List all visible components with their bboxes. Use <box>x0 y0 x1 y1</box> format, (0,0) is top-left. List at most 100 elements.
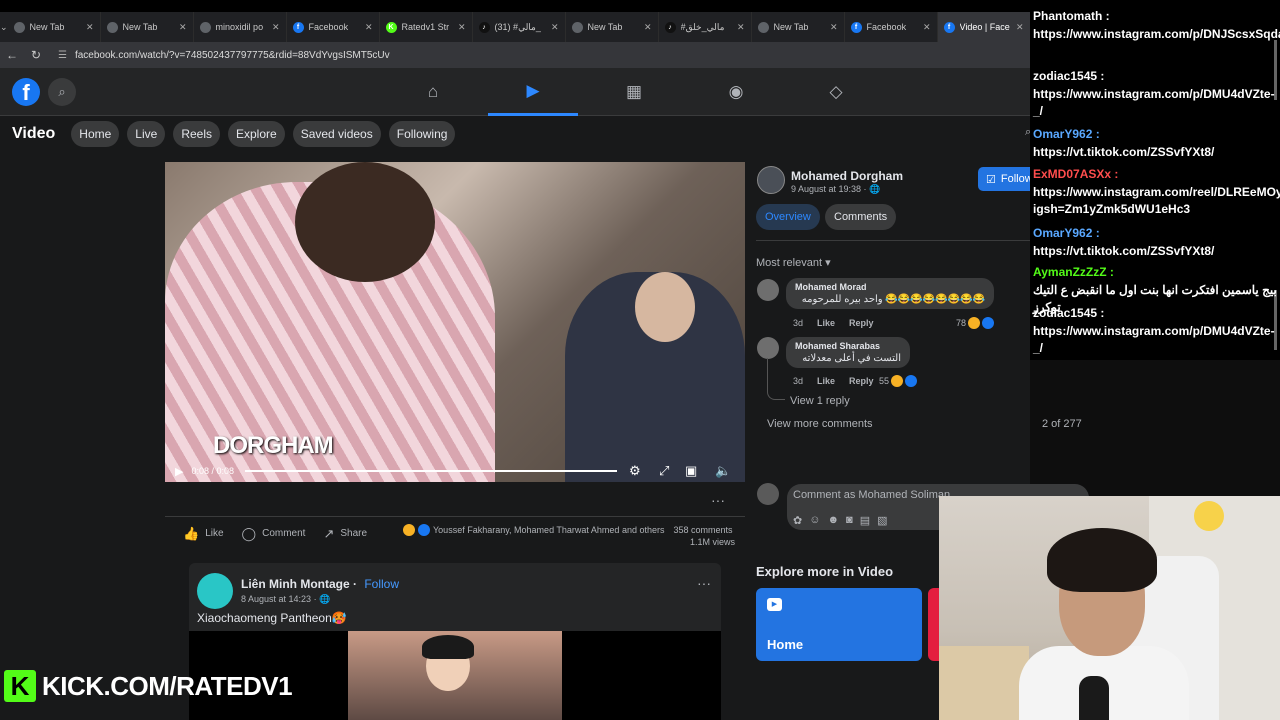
chat-username[interactable]: zodiac1545 : <box>1033 69 1104 83</box>
browser-tab[interactable]: New Tab ✕ <box>8 12 101 42</box>
chat-message: zodiac1545 : https://www.instagram.com/p/… <box>1033 68 1278 121</box>
comment-reaction-count: 55 <box>879 376 890 386</box>
avatar-sticker-icon[interactable]: ✿ <box>793 514 802 527</box>
video-progress-bar[interactable] <box>245 470 617 472</box>
share-button[interactable]: ↗ Share <box>323 526 367 542</box>
comment-reactions[interactable]: 55 <box>879 375 918 387</box>
explore-home-card[interactable]: ▶ Home <box>756 588 922 661</box>
tab-close-icon[interactable]: ✕ <box>830 22 838 33</box>
view-more-comments-link[interactable]: View more comments <box>767 418 873 430</box>
comment-like-button[interactable]: Like <box>817 376 835 386</box>
chat-username[interactable]: AymanZzZzZ : <box>1033 265 1114 279</box>
smiley-icon[interactable]: ☻ <box>827 514 839 527</box>
gif-icon[interactable]: ▤ <box>860 514 870 527</box>
comment-button[interactable]: ◯ Comment <box>242 526 306 542</box>
next-post-more-icon[interactable]: ··· <box>697 575 711 591</box>
marketplace-nav-icon[interactable]: ▦ <box>589 68 679 116</box>
tab-search-menu-icon[interactable]: ⌄ <box>0 22 8 33</box>
sticker-icon[interactable]: ▧ <box>877 514 887 527</box>
comment-reply-button[interactable]: Reply <box>849 376 874 386</box>
tab-close-icon[interactable]: ✕ <box>551 22 559 33</box>
browser-tab[interactable]: New Tab ✕ <box>566 12 659 42</box>
video-pill-explore[interactable]: Explore <box>228 121 285 147</box>
tab-close-icon[interactable]: ✕ <box>179 22 187 33</box>
like-button[interactable]: 👍 Like <box>183 526 224 542</box>
comment-like-button[interactable]: Like <box>817 318 835 328</box>
facebook-header: f ⌕ ⌂ ▶ ▦ ◉ ◇ <box>0 68 1030 116</box>
home-nav-icon[interactable]: ⌂ <box>388 68 478 116</box>
video-pill-list: Home Live Reels Explore Saved videos Followin… <box>71 121 463 147</box>
comments-count[interactable]: 358 comments <box>673 525 732 535</box>
search-icon[interactable]: ⌕ <box>48 78 76 106</box>
settings-gear-icon[interactable]: ⚙ <box>629 463 641 479</box>
view-reply-link[interactable]: View 1 reply <box>790 395 850 407</box>
video-pill-live[interactable]: Live <box>127 121 166 147</box>
page-avatar[interactable] <box>197 573 233 609</box>
commenter-name[interactable]: Mohamed Morad <box>795 282 985 292</box>
groups-nav-icon[interactable]: ◉ <box>691 68 781 116</box>
tab-comments[interactable]: Comments <box>825 204 897 230</box>
commenter-avatar[interactable] <box>757 279 779 301</box>
facebook-logo[interactable]: f <box>12 78 40 106</box>
tab-overview[interactable]: Overview <box>756 204 820 230</box>
chat-message-text: https://www.instagram.com/p/DNJScsxSqda <box>1033 26 1280 41</box>
video-pill-home[interactable]: Home <box>71 121 120 147</box>
camera-icon[interactable]: ◙ <box>846 514 853 527</box>
video-player[interactable]: DORGHAM ▶ 0:08 / 0:08 ⚙ ⤢ ▣ 🔈 <box>165 162 745 482</box>
video-pill-reels[interactable]: Reels <box>173 121 220 147</box>
page-name[interactable]: Liên Minh Montage <box>241 577 350 591</box>
tab-close-icon[interactable]: ✕ <box>365 22 373 33</box>
comment-reply-button[interactable]: Reply <box>849 318 874 328</box>
post-more-icon[interactable]: ··· <box>706 492 730 510</box>
commenter-name[interactable]: Mohamed Sharabas <box>795 341 901 351</box>
browser-tab[interactable]: New Tab ✕ <box>101 12 194 42</box>
author-avatar[interactable] <box>757 166 785 194</box>
comment-time[interactable]: 3d <box>793 376 803 386</box>
browser-tab[interactable]: New Tab ✕ <box>752 12 845 42</box>
comment-time[interactable]: 3d <box>793 318 803 328</box>
author-post-date[interactable]: 9 August at 19:38 · 🌐 <box>791 184 880 195</box>
video-nav-icon[interactable]: ▶ <box>488 68 578 116</box>
fullscreen-icon[interactable]: ⤢ <box>659 463 669 479</box>
comment-sort-dropdown[interactable]: Most relevant ▾ <box>756 256 831 269</box>
back-arrow-icon[interactable]: ← <box>0 48 24 62</box>
browser-tab[interactable]: ♪ (31) #مالي_ ✕ <box>473 12 566 42</box>
browser-tab[interactable]: f Facebook ✕ <box>287 12 380 42</box>
reaction-summary[interactable]: Youssef Fakharany, Mohamed Tharwat Ahmed… <box>403 524 733 536</box>
tab-list: New Tab ✕ New Tab ✕ minoxidil po ✕ f Facebook ✕ K… <box>8 12 1031 42</box>
chat-username[interactable]: OmarY962 : <box>1033 226 1100 240</box>
browser-tab[interactable]: f Facebook ✕ <box>845 12 938 42</box>
chat-username[interactable]: OmarY962 : <box>1033 127 1100 141</box>
play-icon[interactable]: ▶ <box>175 465 183 478</box>
tab-close-icon[interactable]: ✕ <box>272 22 280 33</box>
tab-close-icon[interactable]: ✕ <box>923 22 931 33</box>
tab-close-icon[interactable]: ✕ <box>1016 22 1024 33</box>
emoji-icon[interactable]: ☺ <box>809 514 820 527</box>
comment-reactions[interactable]: 78 <box>956 317 995 329</box>
tab-close-icon[interactable]: ✕ <box>737 22 745 33</box>
reload-icon[interactable]: ↻ <box>24 48 48 62</box>
browser-tab[interactable]: f Video | Face ✕ <box>937 12 1031 42</box>
browser-tab[interactable]: K Ratedv1 Str ✕ <box>380 12 473 42</box>
post-date-text[interactable]: 8 August at 14:23 <box>241 594 311 604</box>
video-pill-saved-videos[interactable]: Saved videos <box>292 121 381 147</box>
tab-close-icon[interactable]: ✕ <box>644 22 652 33</box>
commenter-avatar[interactable] <box>757 337 779 359</box>
share-label: Share <box>340 528 368 539</box>
webcam-blanket <box>939 646 1029 720</box>
browser-tab[interactable]: minoxidil po ✕ <box>194 12 287 42</box>
chat-username[interactable]: Phantomath : <box>1033 9 1110 23</box>
tab-close-icon[interactable]: ✕ <box>458 22 466 33</box>
chat-username[interactable]: ExMD07ASXx : <box>1033 167 1118 181</box>
url-field[interactable]: ☰ facebook.com/watch/?v=748502437797775&… <box>58 50 390 61</box>
site-info-icon[interactable]: ☰ <box>58 50 67 61</box>
browser-tab[interactable]: ♪ #مالي_خلق ✕ <box>659 12 752 42</box>
gaming-nav-icon[interactable]: ◇ <box>791 68 881 116</box>
picture-in-picture-icon[interactable]: ▣ <box>685 463 697 479</box>
tab-close-icon[interactable]: ✕ <box>86 22 94 33</box>
follow-link[interactable]: Follow <box>364 577 399 591</box>
author-name[interactable]: Mohamed Dorgham <box>791 169 903 183</box>
video-pill-following[interactable]: Following <box>388 121 456 147</box>
chat-username[interactable]: zodiac1545 : <box>1033 306 1104 320</box>
volume-icon[interactable]: 🔈 <box>715 463 731 479</box>
